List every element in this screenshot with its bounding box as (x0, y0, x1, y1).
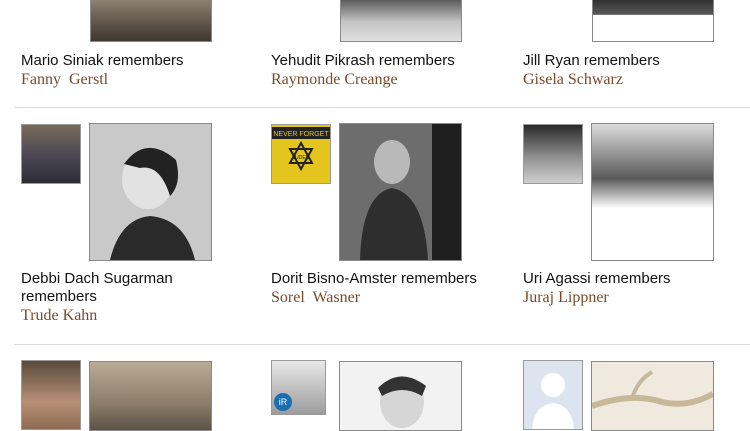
ir-logo-icon: iR (274, 393, 292, 411)
rememberer-avatar[interactable] (21, 124, 81, 184)
rememberer-avatar[interactable]: NEVER FORGET JUDEN (271, 124, 331, 184)
rememberer-label: Yehudit Pikrash remembers (271, 52, 455, 69)
victim-photo[interactable] (592, 0, 714, 42)
victim-photo[interactable] (339, 361, 462, 431)
rememberer-label: Debbi Dach Sugarman remembers (21, 270, 173, 305)
victim-photo[interactable] (339, 123, 462, 261)
portrait-silhouette-icon (340, 362, 461, 430)
victim-name-link[interactable]: Raymonde Creange (271, 71, 398, 89)
victim-photo[interactable] (89, 361, 212, 431)
victim-photo[interactable] (90, 0, 212, 42)
victim-photo[interactable] (89, 123, 212, 261)
victim-name-link[interactable]: Juraj Lippner (523, 289, 609, 307)
victim-photo[interactable] (591, 361, 714, 431)
svg-text:NEVER FORGET: NEVER FORGET (273, 131, 329, 138)
rememberer-avatar[interactable] (523, 124, 583, 184)
row-divider (14, 107, 750, 108)
row-divider (14, 344, 750, 345)
rememberer-label: Dorit Bisno-Amster remembers (271, 270, 477, 287)
portrait-silhouette-icon (340, 124, 461, 260)
rememberer-label: Jill Ryan remembers (523, 52, 660, 69)
rememberer-label: Uri Agassi remembers (523, 270, 671, 287)
victim-photo[interactable] (591, 123, 714, 261)
victim-name-link[interactable]: Trude Kahn (21, 307, 97, 325)
victim-name-link[interactable]: Fanny Gerstl (21, 71, 108, 89)
victim-photo[interactable] (340, 0, 462, 42)
portrait-silhouette-icon (90, 124, 211, 260)
yellow-star-badge-icon: NEVER FORGET JUDEN (272, 125, 330, 183)
rememberer-avatar[interactable] (21, 360, 81, 430)
rememberer-avatar[interactable]: iR (271, 360, 326, 415)
default-user-icon (524, 361, 582, 429)
rememberer-label: Mario Siniak remembers (21, 52, 184, 69)
victim-name-link[interactable]: Gisela Schwarz (523, 71, 623, 89)
svg-text:JUDEN: JUDEN (293, 155, 310, 161)
rememberer-avatar[interactable] (523, 360, 583, 430)
victim-name-link[interactable]: Sorel Wasner (271, 289, 360, 307)
branch-image-icon (592, 362, 713, 430)
